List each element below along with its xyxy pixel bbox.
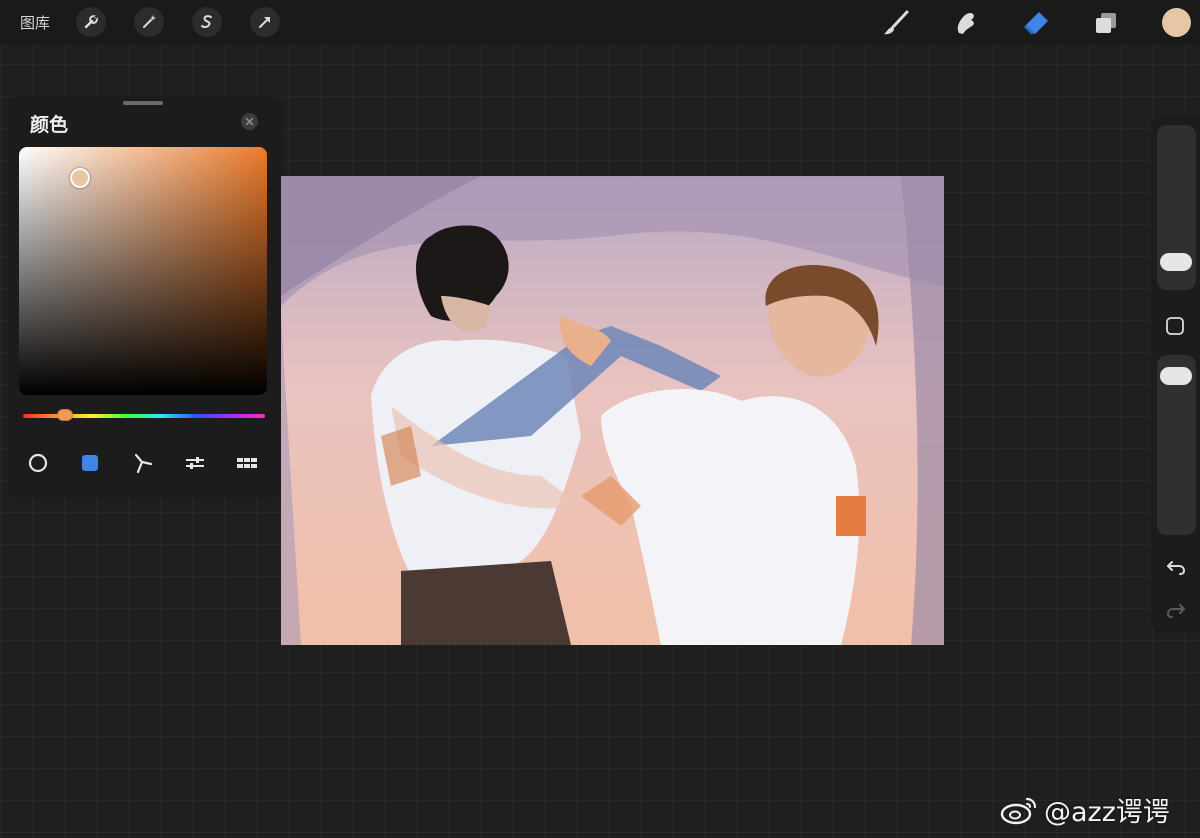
transform-arrow-icon: [259, 17, 270, 28]
panel-title: 颜色: [30, 114, 69, 136]
harmony-mode-button[interactable]: [130, 450, 156, 476]
brush-button[interactable]: [879, 6, 913, 40]
panel-grab-handle[interactable]: [123, 101, 163, 105]
palettes-mode-button[interactable]: [234, 450, 260, 476]
square-modify-icon: [1166, 317, 1184, 335]
selection-icon: [201, 15, 212, 28]
side-slider-bar: [1151, 115, 1200, 633]
current-color-swatch[interactable]: [1162, 8, 1191, 37]
artwork-painting: [281, 176, 944, 645]
close-icon: [245, 117, 254, 126]
selection-button[interactable]: [192, 7, 222, 37]
disc-mode-icon: [28, 453, 48, 473]
saturation-brightness-picker[interactable]: [19, 147, 267, 395]
actions-button[interactable]: [76, 7, 106, 37]
artwork-canvas[interactable]: [281, 176, 944, 645]
brush-size-thumb[interactable]: [1160, 253, 1192, 271]
brush-size-slider[interactable]: [1157, 125, 1196, 290]
palettes-mode-icon: [237, 458, 257, 468]
weibo-logo-icon: [1000, 797, 1037, 824]
smudge-button[interactable]: [949, 6, 983, 40]
hue-slider-thumb[interactable]: [57, 409, 73, 421]
opacity-slider[interactable]: [1157, 355, 1196, 535]
smudge-icon: [957, 12, 974, 34]
layers-button[interactable]: [1089, 6, 1123, 40]
redo-button[interactable]: [1162, 598, 1190, 622]
watermark-text: @azz谔谔: [1044, 797, 1170, 828]
brush-icon: [884, 10, 909, 35]
undo-button[interactable]: [1162, 555, 1190, 579]
transform-button[interactable]: [250, 7, 280, 37]
magic-wand-icon: [143, 15, 156, 28]
wrench-icon: [84, 15, 98, 29]
gallery-button[interactable]: 图库: [20, 12, 50, 33]
watermark: @azz谔谔: [1000, 790, 1170, 829]
close-panel-button[interactable]: [241, 113, 258, 130]
value-mode-button[interactable]: [182, 450, 208, 476]
top-toolbar: 图库: [0, 0, 1200, 44]
opacity-thumb[interactable]: [1160, 367, 1192, 385]
classic-mode-icon: [82, 455, 98, 471]
undo-icon: [1167, 561, 1186, 575]
eraser-icon: [1024, 12, 1048, 34]
adjustments-button[interactable]: [134, 7, 164, 37]
harmony-mode-icon: [134, 453, 153, 474]
layers-icon: [1096, 13, 1116, 33]
disc-mode-button[interactable]: [25, 450, 51, 476]
eraser-button[interactable]: [1019, 6, 1053, 40]
redo-icon: [1166, 604, 1185, 618]
color-panel: 颜色: [8, 96, 282, 498]
eyedropper-button[interactable]: [1164, 315, 1186, 337]
value-mode-icon: [186, 457, 204, 469]
color-picker-knob[interactable]: [70, 168, 90, 188]
classic-mode-button[interactable]: [77, 450, 103, 476]
